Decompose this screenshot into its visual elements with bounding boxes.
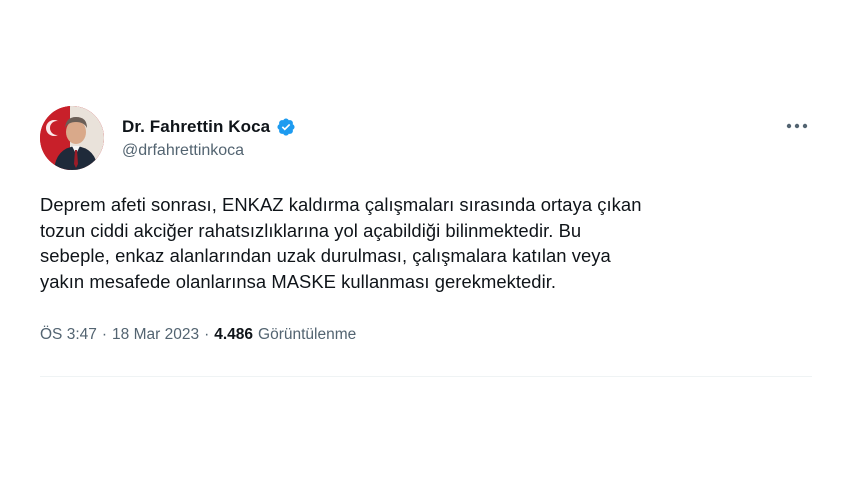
avatar[interactable] xyxy=(40,106,104,170)
profile-photo xyxy=(40,106,104,170)
tweet-metadata: ÖS 3:47 · 18 Mar 2023 · 4.486 Görüntülen… xyxy=(40,326,356,344)
author-handle[interactable]: @drfahrettinkoca xyxy=(122,142,296,160)
verified-badge-icon xyxy=(276,117,296,137)
more-horizontal-icon xyxy=(786,123,808,129)
author-info: Dr. Fahrettin Koca @drfahrettinkoca xyxy=(122,116,296,160)
tweet-card: Dr. Fahrettin Koca @drfahrettinkoca Depr… xyxy=(40,100,812,380)
divider xyxy=(40,376,812,377)
tweet-date[interactable]: 18 Mar 2023 xyxy=(112,326,199,344)
views-label: Görüntülenme xyxy=(258,326,357,343)
display-name-row: Dr. Fahrettin Koca xyxy=(122,116,296,138)
meta-separator: · xyxy=(204,326,210,343)
tweet-text: Deprem afeti sonrası, ENKAZ kaldırma çal… xyxy=(40,194,642,292)
views-count[interactable]: 4.486 xyxy=(214,326,253,344)
more-options-button[interactable] xyxy=(782,116,812,136)
tweet-header: Dr. Fahrettin Koca @drfahrettinkoca xyxy=(40,106,812,176)
tweet-time[interactable]: ÖS 3:47 xyxy=(40,326,97,344)
meta-separator: · xyxy=(101,326,108,343)
display-name[interactable]: Dr. Fahrettin Koca xyxy=(122,117,270,137)
